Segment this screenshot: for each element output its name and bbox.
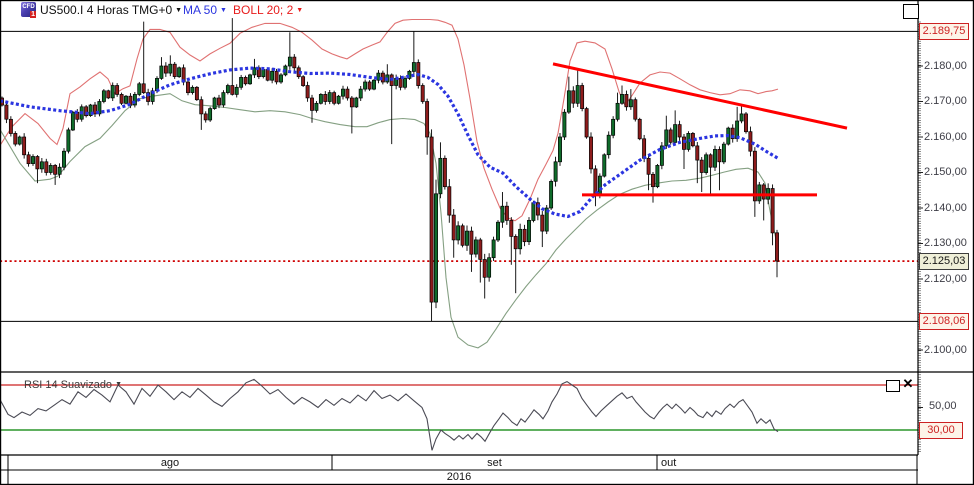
ma-label: MA 50: [183, 3, 218, 17]
cfd-icon-badge: 1: [30, 11, 36, 18]
ma-indicator-dropdown[interactable]: MA 50 ▼: [183, 3, 227, 17]
boll-indicator-dropdown[interactable]: BOLL 20; 2 ▼: [233, 3, 303, 17]
high-price-marker: 2.189,75: [919, 22, 969, 40]
price-tick-label: 2.100,00: [924, 343, 967, 356]
chevron-down-icon: ▼: [296, 7, 304, 14]
price-tick-label: 2.170,00: [924, 95, 967, 107]
rsi-indicator-dropdown[interactable]: RSI 14 Suavizado ▼: [24, 379, 122, 391]
chevron-down-icon: ▼: [175, 7, 183, 14]
price-tick-label: 2.180,00: [924, 59, 967, 72]
chart-window: CFD 1 US500.I 4 Horas TMG+0 ▼ MA 50 ▼ BOLL…: [0, 0, 974, 485]
month-label-out: out: [661, 456, 677, 469]
price-tick-label: 2.160,00: [924, 130, 967, 143]
rsi-oversold-marker: 30,00: [919, 421, 963, 439]
toolbar: CFD 1 US500.I 4 Horas TMG+0 ▼ MA 50 ▼ BOLL…: [0, 0, 918, 20]
price-tick-label: 2.140,00: [924, 201, 967, 214]
rsi-restore-button[interactable]: [886, 380, 900, 392]
rsi-close-icon[interactable]: ✕: [901, 376, 915, 392]
chevron-down-icon: ▼: [220, 7, 227, 14]
chart-plot-area[interactable]: [0, 20, 918, 372]
price-tick-label: 2.150,00: [924, 166, 967, 178]
price-tick-label: 2.130,00: [924, 237, 967, 249]
month-label-set: set: [487, 456, 502, 469]
rsi-plot-area[interactable]: [0, 373, 918, 455]
low-price-marker: 2.108,06: [919, 312, 969, 330]
chevron-down-icon: ▼: [115, 381, 122, 388]
cfd-icon-text: CFD: [22, 4, 35, 10]
month-label-ago: ago: [160, 456, 180, 469]
rsi-tick-50: 50,00: [929, 400, 957, 412]
year-label: 2016: [446, 471, 472, 483]
last-price-marker: 2.125,03: [919, 252, 969, 270]
boll-label: BOLL 20; 2: [233, 3, 294, 17]
maximize-button[interactable]: [903, 4, 919, 19]
rsi-label: RSI 14 Suavizado: [24, 379, 113, 391]
symbol-dropdown[interactable]: US500.I 4 Horas TMG+0 ▼: [40, 3, 182, 17]
symbol-label: US500.I 4 Horas TMG+0: [40, 3, 173, 17]
cfd-instrument-icon: CFD 1: [21, 2, 36, 18]
price-tick-label: 2.120,00: [924, 272, 967, 285]
